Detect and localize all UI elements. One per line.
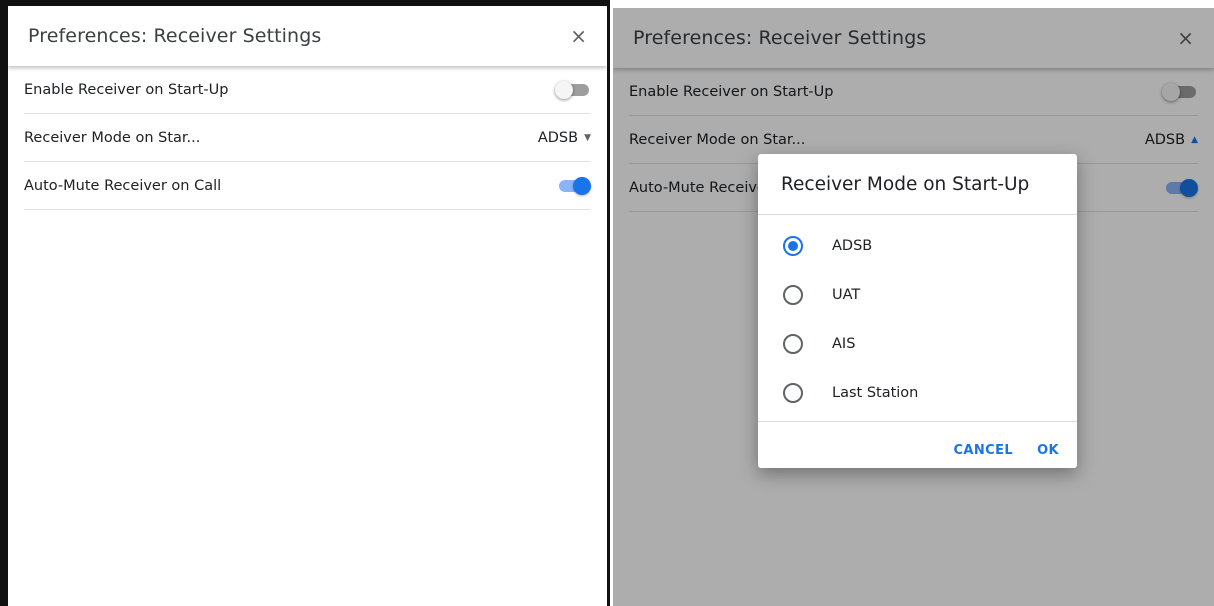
ok-button[interactable]: OK	[1037, 443, 1059, 458]
radio-checked-icon	[783, 235, 803, 256]
setting-row-enable-receiver: Enable Receiver on Start-Up	[24, 66, 591, 114]
auto-mute-toggle[interactable]	[555, 176, 591, 196]
settings-list: Enable Receiver on Start-Up Receiver Mod…	[8, 66, 607, 210]
close-icon[interactable]: ×	[570, 26, 587, 46]
setting-label: Receiver Mode on Star...	[24, 129, 201, 146]
dialog-actions: CANCEL OK	[758, 422, 1077, 478]
toggle-thumb	[555, 80, 573, 99]
toggle-thumb	[573, 176, 591, 195]
setting-label: Auto-Mute Receiver on Call	[24, 177, 222, 194]
option-label: Last Station	[832, 384, 919, 401]
setting-row-auto-mute: Auto-Mute Receiver on Call	[24, 162, 591, 210]
radio-unchecked-icon	[783, 382, 803, 403]
radio-option-ais[interactable]: AIS	[758, 319, 1077, 368]
radio-option-adsb[interactable]: ADSB	[758, 221, 1077, 270]
radio-unchecked-icon	[783, 284, 803, 305]
receiver-mode-select[interactable]: ADSB ▼	[538, 130, 591, 146]
setting-label: Enable Receiver on Start-Up	[24, 81, 229, 98]
setting-row-receiver-mode: Receiver Mode on Star... ADSB ▼	[24, 114, 591, 162]
option-label: UAT	[832, 286, 861, 303]
enable-receiver-toggle[interactable]	[555, 80, 591, 100]
settings-panel-right: Preferences: Receiver Settings × Enable …	[613, 0, 1214, 606]
option-label: ADSB	[832, 237, 873, 254]
select-value: ADSB	[537, 129, 579, 146]
radio-unchecked-icon	[783, 333, 803, 354]
cancel-button[interactable]: CANCEL	[953, 443, 1013, 458]
radio-group: ADSB UAT AIS Last Station	[758, 215, 1077, 422]
radio-option-uat[interactable]: UAT	[758, 270, 1077, 319]
option-label: AIS	[832, 335, 856, 352]
radio-option-last-station[interactable]: Last Station	[758, 368, 1077, 417]
header: Preferences: Receiver Settings ×	[8, 6, 607, 66]
receiver-mode-dialog: Receiver Mode on Start-Up ADSB UAT AIS L…	[758, 154, 1077, 468]
settings-panel-left: Preferences: Receiver Settings × Enable …	[0, 0, 610, 606]
dialog-title: Receiver Mode on Start-Up	[758, 154, 1077, 215]
chevron-down-icon: ▼	[584, 132, 591, 143]
page-title: Preferences: Receiver Settings	[28, 25, 322, 47]
